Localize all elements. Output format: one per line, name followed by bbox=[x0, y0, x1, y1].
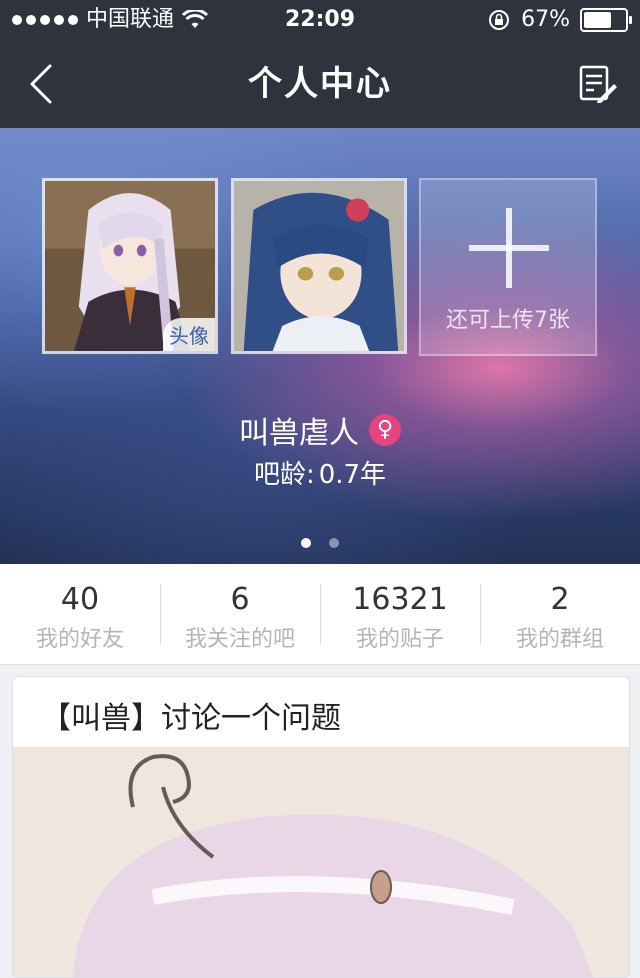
anime-sketch-image bbox=[13, 747, 629, 977]
add-photo-label: 还可上传7张 bbox=[446, 308, 570, 333]
avatar-badge: 头像 bbox=[163, 318, 215, 351]
status-bar: 中国联通 22:09 67% bbox=[0, 0, 640, 40]
rotation-lock-icon bbox=[489, 10, 510, 30]
stat-label: 我关注的吧 bbox=[184, 627, 295, 652]
pager-dot-2 bbox=[329, 538, 339, 548]
profile-header: 头像 还可上传7张 叫兽虐人 ♀ 吧龄: 0.7年 bbox=[0, 128, 640, 564]
post-title[interactable]: 【叫兽】讨论一个问题 bbox=[41, 693, 341, 737]
status-right: 67% bbox=[487, 0, 632, 40]
plus-icon bbox=[469, 208, 549, 288]
battery-percent: 67% bbox=[521, 7, 570, 32]
gender-female-icon: ♀ bbox=[369, 414, 401, 446]
stats-bar: 40 我的好友 6 我关注的吧 16321 我的贴子 2 我的群组 bbox=[0, 564, 640, 665]
stat-value: 2 bbox=[550, 582, 570, 617]
photo-pager bbox=[0, 538, 640, 548]
battery-level bbox=[584, 12, 611, 28]
ba-age-value: 0.7年 bbox=[318, 460, 387, 490]
stat-friends[interactable]: 40 我的好友 bbox=[0, 564, 160, 664]
stat-value: 40 bbox=[60, 582, 100, 617]
battery-icon bbox=[580, 8, 632, 32]
username: 叫兽虐人 bbox=[239, 416, 359, 451]
stat-value: 16321 bbox=[352, 582, 448, 617]
top-bar: 中国联通 22:09 67% 个人中心 bbox=[0, 0, 640, 128]
post-image[interactable] bbox=[13, 747, 629, 977]
page-title: 个人中心 bbox=[248, 64, 392, 104]
edit-note-icon[interactable] bbox=[578, 64, 618, 104]
stat-label: 我的好友 bbox=[35, 627, 124, 652]
anime-boy-portrait-image bbox=[234, 181, 404, 351]
pager-dot-1 bbox=[301, 538, 311, 548]
profile-photo-avatar[interactable]: 头像 bbox=[42, 178, 218, 354]
ba-age: 吧龄: 0.7年 bbox=[0, 454, 640, 491]
stat-label: 我的群组 bbox=[515, 627, 604, 652]
add-photo-button[interactable]: 还可上传7张 bbox=[419, 178, 597, 356]
stat-groups[interactable]: 2 我的群组 bbox=[480, 564, 640, 664]
username-row: 叫兽虐人 ♀ bbox=[0, 408, 640, 452]
nav-bar: 个人中心 bbox=[0, 40, 640, 128]
ba-age-label: 吧龄: bbox=[253, 460, 315, 490]
stat-posts[interactable]: 16321 我的贴子 bbox=[320, 564, 480, 664]
post-card[interactable]: 【叫兽】讨论一个问题 bbox=[12, 676, 630, 978]
stat-label: 我的贴子 bbox=[355, 627, 444, 652]
profile-photo-2[interactable] bbox=[231, 178, 407, 354]
stat-followed-bars[interactable]: 6 我关注的吧 bbox=[160, 564, 320, 664]
stat-value: 6 bbox=[230, 582, 250, 617]
